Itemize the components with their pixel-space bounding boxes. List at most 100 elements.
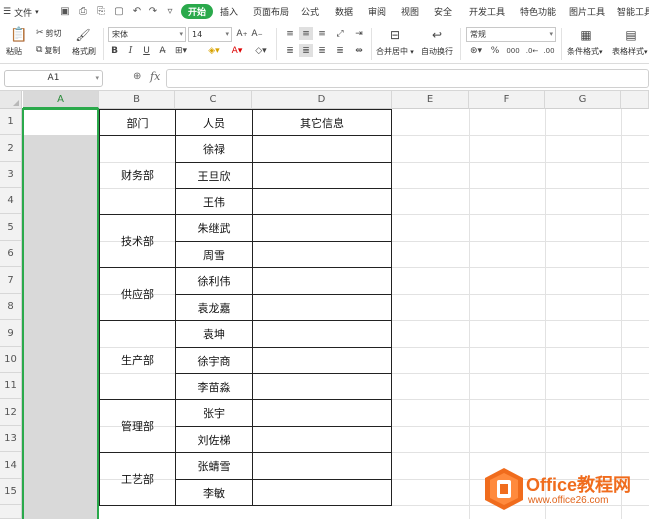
active-cell-a1[interactable]: [23, 109, 98, 135]
paste-button[interactable]: 粘贴: [6, 46, 22, 57]
row-header-7[interactable]: 7: [0, 267, 22, 294]
person-cell[interactable]: 刘佐梯: [176, 427, 252, 452]
align-center-icon[interactable]: ≣: [299, 44, 313, 57]
strikethrough-icon[interactable]: A̶: [157, 44, 168, 58]
undo-icon[interactable]: ↶: [130, 4, 144, 18]
dept-cell[interactable]: 技术部: [100, 215, 175, 267]
tab-special-features[interactable]: 特色功能: [520, 5, 556, 18]
zoom-icon[interactable]: ⊕: [133, 71, 141, 82]
format-painter-button[interactable]: 格式刷: [72, 46, 96, 57]
header-cell-other-info[interactable]: 其它信息: [253, 110, 391, 135]
row-header-9[interactable]: 9: [0, 320, 22, 347]
person-cell[interactable]: 周雪: [176, 242, 252, 267]
row-header-4[interactable]: 4: [0, 188, 22, 214]
paste-icon[interactable]: 📋: [8, 26, 30, 44]
customize-icon[interactable]: ▿: [163, 4, 177, 18]
clear-format-icon[interactable]: ◇▾: [252, 44, 270, 58]
redo-icon[interactable]: ↷: [146, 4, 160, 18]
row-header-16[interactable]: [0, 505, 22, 519]
tab-home[interactable]: 开始: [181, 4, 214, 19]
conditional-format-button[interactable]: 条件格式▾: [567, 46, 603, 57]
person-cell[interactable]: 李苗淼: [176, 374, 252, 399]
tab-security[interactable]: 安全: [434, 5, 452, 18]
dept-cell[interactable]: 供应部: [100, 268, 175, 320]
indent-icon[interactable]: ⇥: [352, 27, 366, 40]
tab-review[interactable]: 审阅: [368, 5, 386, 18]
copy-button[interactable]: ⧉ 复制: [36, 44, 60, 56]
wrap-text-button[interactable]: 自动换行: [421, 46, 453, 57]
align-right-icon[interactable]: ≣: [315, 44, 329, 57]
row-header-10[interactable]: 10: [0, 347, 22, 373]
row-header-8[interactable]: 8: [0, 294, 22, 320]
person-cell[interactable]: 王伟: [176, 189, 252, 214]
format-painter-icon[interactable]: 🖌: [74, 26, 92, 44]
cut-button[interactable]: ✂ 剪切: [36, 27, 62, 39]
person-cell[interactable]: 张宇: [176, 400, 252, 426]
orientation-icon[interactable]: ⤢: [333, 27, 347, 40]
table-style-button[interactable]: 表格样式▾: [612, 46, 648, 57]
tab-developer[interactable]: 开发工具: [469, 5, 505, 18]
borders-icon[interactable]: ⊞▾: [173, 44, 189, 58]
currency-icon[interactable]: ⊛▾: [467, 44, 485, 57]
select-all-corner[interactable]: [0, 91, 22, 109]
tab-formulas[interactable]: 公式: [301, 5, 319, 18]
align-bottom-icon[interactable]: ≡: [315, 27, 329, 40]
tab-data[interactable]: 数据: [335, 5, 353, 18]
tab-insert[interactable]: 插入: [220, 5, 238, 18]
tab-picture-tools[interactable]: 图片工具: [569, 5, 605, 18]
number-format-select[interactable]: 常规 ▾: [466, 27, 556, 42]
row-header-15[interactable]: 15: [0, 479, 22, 505]
person-cell[interactable]: 袁龙嘉: [176, 295, 252, 320]
font-name-select[interactable]: 宋体 ▾: [108, 27, 186, 42]
wrap-text-icon[interactable]: ↩: [427, 26, 447, 43]
align-middle-icon[interactable]: ≡: [299, 27, 313, 40]
print-icon[interactable]: ⎘: [94, 4, 108, 18]
thousands-icon[interactable]: 000: [505, 44, 521, 57]
conditional-format-icon[interactable]: ▦: [577, 26, 595, 43]
column-header-g[interactable]: G: [545, 91, 621, 109]
bold-icon[interactable]: B: [109, 44, 120, 58]
column-header-e[interactable]: E: [392, 91, 469, 109]
row-header-14[interactable]: 14: [0, 452, 22, 479]
export-icon[interactable]: ⎙: [76, 4, 90, 18]
row-header-12[interactable]: 12: [0, 399, 22, 426]
person-cell[interactable]: 朱继武: [176, 215, 252, 241]
table-style-icon[interactable]: ▤: [622, 26, 640, 43]
column-header-h[interactable]: [621, 91, 649, 109]
header-cell-dept[interactable]: 部门: [100, 110, 175, 135]
font-size-select[interactable]: 14 ▾: [188, 27, 232, 42]
dept-cell[interactable]: 管理部: [100, 400, 175, 452]
column-header-d[interactable]: D: [252, 91, 392, 109]
person-cell[interactable]: 徐禄: [176, 136, 252, 162]
italic-icon[interactable]: I: [125, 44, 136, 58]
selected-column-a[interactable]: [23, 109, 98, 519]
align-top-icon[interactable]: ≡: [283, 27, 297, 40]
formula-input[interactable]: [166, 69, 649, 88]
row-header-13[interactable]: 13: [0, 426, 22, 452]
dept-cell[interactable]: 工艺部: [100, 453, 175, 505]
row-header-3[interactable]: 3: [0, 162, 22, 188]
increase-font-icon[interactable]: A +: [236, 27, 248, 41]
person-cell[interactable]: 王旦欣: [176, 163, 252, 188]
align-left-icon[interactable]: ≣: [283, 44, 297, 57]
percent-icon[interactable]: %: [489, 44, 501, 57]
print-preview-icon[interactable]: ▢: [112, 4, 126, 18]
fill-color-icon[interactable]: ◈▾: [205, 44, 223, 58]
justify-icon[interactable]: ≣: [333, 44, 347, 57]
row-header-2[interactable]: 2: [0, 135, 22, 162]
column-header-f[interactable]: F: [469, 91, 545, 109]
dept-cell[interactable]: 生产部: [100, 321, 175, 399]
decrease-decimal-icon[interactable]: .00: [542, 44, 556, 57]
row-header-6[interactable]: 6: [0, 241, 22, 267]
fx-icon[interactable]: fx: [150, 70, 160, 83]
file-menu[interactable]: ☰ 文件 ▾: [3, 4, 39, 20]
dept-cell[interactable]: 财务部: [100, 136, 175, 214]
decrease-font-icon[interactable]: A −: [251, 27, 263, 41]
row-header-5[interactable]: 5: [0, 214, 22, 241]
underline-icon[interactable]: U: [141, 44, 152, 58]
font-color-icon[interactable]: A▾: [228, 44, 246, 58]
person-cell[interactable]: 徐宇商: [176, 348, 252, 373]
person-cell[interactable]: 李敏: [176, 480, 252, 505]
person-cell[interactable]: 袁坤: [176, 321, 252, 347]
merge-center-button[interactable]: 合并居中 ▾: [376, 46, 414, 57]
